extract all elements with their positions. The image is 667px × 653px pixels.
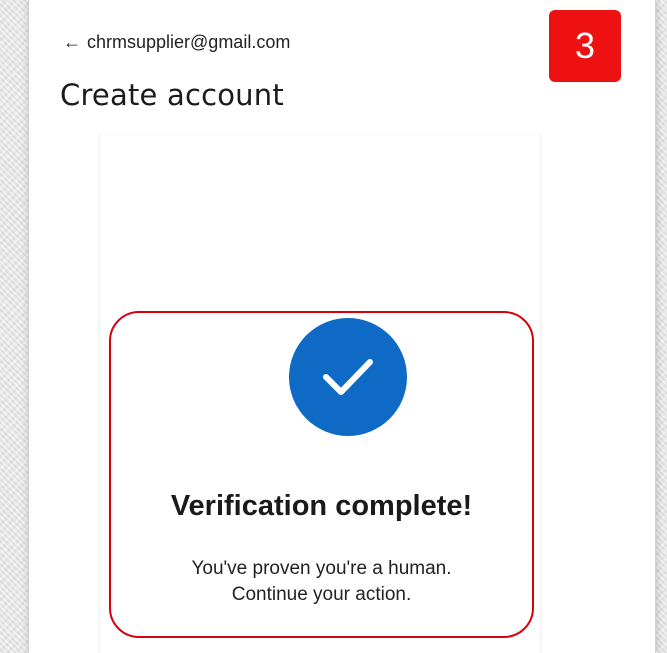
page-title: Create account (60, 78, 284, 112)
verification-message-line1: You've proven you're a human. (191, 558, 452, 579)
email-identity: chrmsupplier@gmail.com (87, 31, 291, 52)
back-to-email-link[interactable]: ← chrmsupplier@gmail.com (63, 26, 290, 58)
verification-message-line2: Continue your action. (231, 584, 412, 605)
checkmark-icon (289, 318, 407, 436)
step-number-badge: 3 (549, 10, 621, 82)
verification-message: You've proven you're a human. Continue y… (109, 556, 534, 608)
checkmark-glyph (323, 359, 373, 395)
step-number: 3 (574, 25, 596, 66)
back-arrow-icon[interactable]: ← (63, 33, 81, 51)
verification-title: Verification complete! (170, 490, 473, 522)
